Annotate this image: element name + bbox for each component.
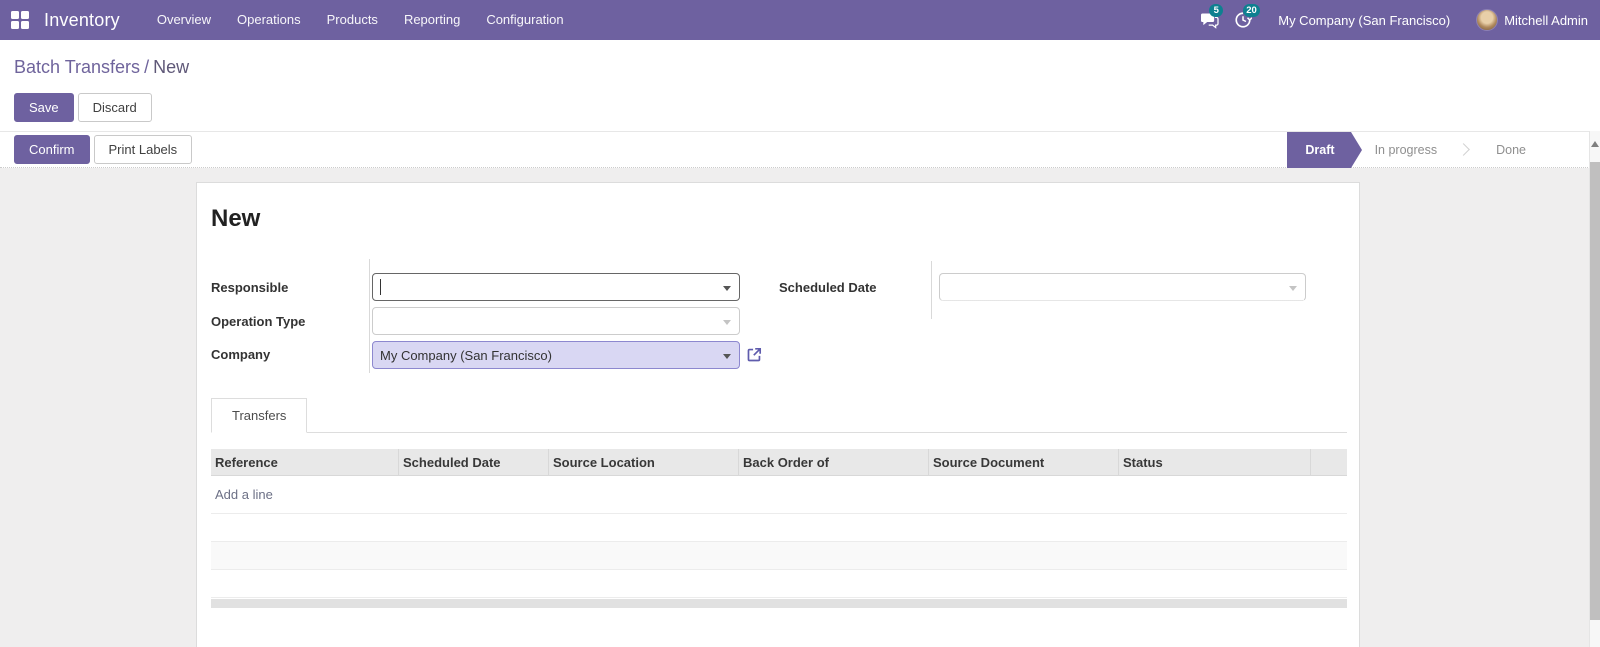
- control-panel: Batch Transfers / New Save Discard: [0, 40, 1600, 131]
- col-source-location[interactable]: Source Location: [549, 449, 739, 475]
- breadcrumb-parent[interactable]: Batch Transfers: [14, 57, 140, 77]
- col-reference[interactable]: Reference: [211, 449, 399, 475]
- table-header-row: Reference Scheduled Date Source Location…: [211, 449, 1347, 476]
- messages-count-badge: 5: [1209, 4, 1224, 17]
- state-draft[interactable]: Draft: [1287, 131, 1362, 168]
- user-avatar: [1476, 9, 1499, 31]
- operation-type-label: Operation Type: [211, 314, 306, 329]
- menu-operations[interactable]: Operations: [224, 0, 314, 40]
- external-link-icon[interactable]: [746, 346, 763, 363]
- table-row-empty: [211, 570, 1347, 598]
- col-status[interactable]: Status: [1119, 449, 1311, 475]
- col-extra: [1311, 449, 1347, 475]
- add-a-line-link[interactable]: Add a line: [211, 487, 273, 502]
- horizontal-scrollbar[interactable]: [211, 599, 1347, 608]
- scheduled-date-input[interactable]: [939, 273, 1306, 301]
- messages-icon[interactable]: 5: [1192, 0, 1226, 40]
- state-pipeline: Draft In progress Done: [1287, 131, 1544, 168]
- state-in-progress[interactable]: In progress: [1351, 132, 1456, 168]
- scrollbar-thumb[interactable]: [1590, 162, 1600, 620]
- transfers-table: Reference Scheduled Date Source Location…: [211, 449, 1347, 608]
- breadcrumb-separator: /: [144, 57, 150, 77]
- systray: 5 20 My Company (San Francisco) Mitchell…: [1192, 0, 1600, 40]
- grid-icon: [11, 11, 29, 29]
- table-row-empty: [211, 514, 1347, 542]
- top-navbar: Inventory Overview Operations Products R…: [0, 0, 1600, 40]
- menu-reporting[interactable]: Reporting: [391, 0, 473, 40]
- activities-count-badge: 20: [1243, 4, 1260, 17]
- user-menu[interactable]: Mitchell Admin: [1476, 9, 1588, 31]
- activities-icon[interactable]: 20: [1226, 0, 1260, 40]
- dropdown-caret-icon[interactable]: [723, 354, 731, 359]
- menu-products[interactable]: Products: [314, 0, 391, 40]
- responsible-input[interactable]: [372, 273, 740, 301]
- tab-strip: [211, 432, 1347, 433]
- dropdown-caret-icon[interactable]: [1289, 286, 1297, 291]
- operation-type-input[interactable]: [372, 307, 740, 335]
- menu-configuration[interactable]: Configuration: [473, 0, 576, 40]
- text-caret: [380, 279, 381, 295]
- vertical-scrollbar[interactable]: [1589, 131, 1600, 647]
- apps-menu-icon[interactable]: [0, 0, 40, 40]
- app-name[interactable]: Inventory: [44, 10, 120, 31]
- save-button[interactable]: Save: [14, 93, 74, 122]
- responsible-label: Responsible: [211, 280, 289, 295]
- dropdown-caret-icon[interactable]: [723, 286, 731, 291]
- chevron-right-icon: [1457, 143, 1470, 156]
- print-labels-button[interactable]: Print Labels: [93, 135, 193, 164]
- col-source-document[interactable]: Source Document: [929, 449, 1119, 475]
- group-separator: [369, 259, 370, 373]
- group-separator: [931, 261, 932, 319]
- record-title: New: [211, 205, 261, 232]
- company-switcher[interactable]: My Company (San Francisco): [1278, 13, 1450, 28]
- col-back-order-of[interactable]: Back Order of: [739, 449, 929, 475]
- form-statusbar: Confirm Print Labels Draft In progress D…: [0, 131, 1600, 168]
- user-name: Mitchell Admin: [1504, 12, 1588, 28]
- confirm-button[interactable]: Confirm: [14, 135, 90, 164]
- scroll-up-icon[interactable]: [1591, 141, 1599, 147]
- content-area: New Responsible Operation Type Company M…: [0, 168, 1600, 647]
- form-sheet: New Responsible Operation Type Company M…: [196, 182, 1360, 647]
- state-done[interactable]: Done: [1472, 132, 1544, 168]
- dropdown-caret-icon[interactable]: [723, 320, 731, 325]
- discard-button[interactable]: Discard: [77, 93, 152, 122]
- table-row: Add a line: [211, 476, 1347, 514]
- menu-overview[interactable]: Overview: [144, 0, 224, 40]
- company-input[interactable]: My Company (San Francisco): [372, 341, 740, 369]
- scheduled-date-label: Scheduled Date: [779, 280, 877, 295]
- table-row-empty: [211, 542, 1347, 570]
- company-label: Company: [211, 347, 271, 362]
- breadcrumb-current: New: [153, 57, 190, 77]
- col-scheduled-date[interactable]: Scheduled Date: [399, 449, 549, 475]
- breadcrumb: Batch Transfers / New: [14, 57, 189, 78]
- tab-transfers[interactable]: Transfers: [211, 398, 308, 433]
